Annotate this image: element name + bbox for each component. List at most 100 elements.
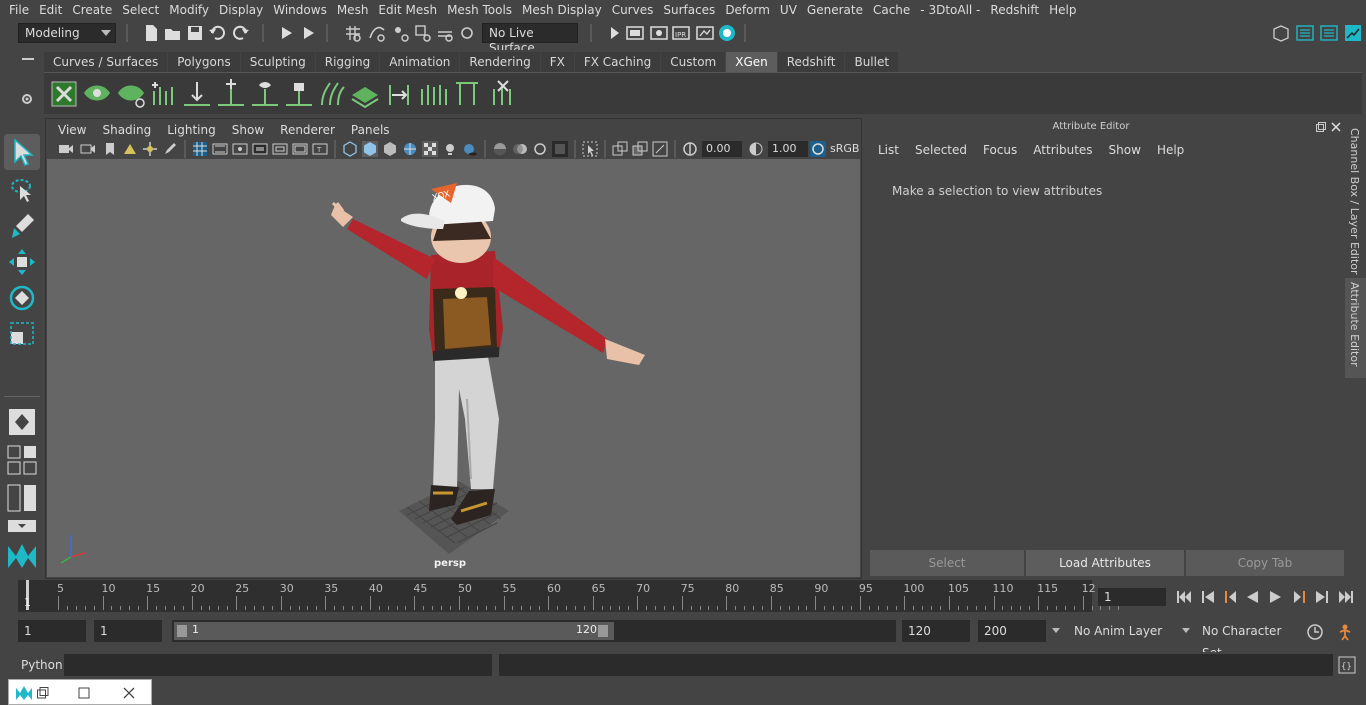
select-button[interactable]: Select bbox=[870, 550, 1024, 576]
selection-mask-icon[interactable] bbox=[300, 24, 318, 42]
viewport-menu-shading[interactable]: Shading bbox=[94, 121, 159, 139]
default-material-icon[interactable] bbox=[382, 141, 398, 157]
float-panel-icon[interactable] bbox=[1316, 122, 1326, 132]
tab-custom[interactable]: Custom bbox=[661, 52, 726, 72]
step-forward-frame-icon[interactable] bbox=[1314, 589, 1330, 605]
live-surface-field[interactable]: No Live Surface bbox=[482, 23, 578, 55]
3d-viewport[interactable]: XOX persp bbox=[47, 159, 860, 577]
viewport-menu-lighting[interactable]: Lighting bbox=[159, 121, 224, 139]
xray-joints-icon[interactable] bbox=[632, 141, 648, 157]
range-slider-handle[interactable]: 1 120 bbox=[174, 622, 614, 640]
command-input[interactable] bbox=[64, 654, 492, 676]
camera-icon[interactable] bbox=[58, 141, 74, 157]
save-scene-icon[interactable] bbox=[186, 24, 204, 42]
menu-display[interactable]: Display bbox=[214, 3, 268, 17]
menu-windows[interactable]: Windows bbox=[268, 3, 332, 17]
menu-uv[interactable]: UV bbox=[775, 3, 802, 17]
exposure-field[interactable]: 0.00 bbox=[702, 141, 742, 157]
isolate-select-icon[interactable] bbox=[582, 141, 598, 157]
xray-components-icon[interactable] bbox=[652, 141, 668, 157]
render-frame-icon[interactable] bbox=[650, 24, 668, 42]
tab-rigging[interactable]: Rigging bbox=[315, 52, 380, 72]
ae-menu-focus[interactable]: Focus bbox=[975, 143, 1025, 157]
ae-menu-show[interactable]: Show bbox=[1101, 143, 1149, 157]
snap-point-icon[interactable] bbox=[392, 24, 410, 42]
play-backwards-icon[interactable] bbox=[1244, 589, 1260, 605]
restore-icon[interactable] bbox=[37, 687, 49, 699]
tab-attribute-editor[interactable]: Attribute Editor bbox=[1345, 278, 1366, 378]
xgen-normalize-guide-icon[interactable] bbox=[418, 79, 448, 109]
viewport-menu-renderer[interactable]: Renderer bbox=[272, 121, 343, 139]
menu-deform[interactable]: Deform bbox=[720, 3, 775, 17]
two-pane-layout-icon[interactable] bbox=[6, 482, 38, 514]
bookmark-icon[interactable] bbox=[102, 141, 118, 157]
end-time-field[interactable]: 200 bbox=[978, 620, 1046, 642]
shelf-collapse-icon[interactable] bbox=[22, 58, 34, 60]
menu-3dtoall[interactable]: - 3DtoAll - bbox=[915, 3, 985, 17]
range-handle-left-grip[interactable] bbox=[177, 625, 187, 637]
exposure-icon[interactable] bbox=[682, 141, 698, 157]
2d-pan-zoom-icon[interactable] bbox=[142, 141, 158, 157]
command-language-label[interactable]: Python bbox=[21, 658, 63, 672]
snap-view-plane-icon[interactable] bbox=[414, 24, 432, 42]
gamma-field[interactable]: 1.00 bbox=[768, 141, 808, 157]
colorspace-label[interactable]: sRGB bbox=[830, 142, 859, 155]
menu-help[interactable]: Help bbox=[1044, 3, 1081, 17]
tab-channel-box[interactable]: Channel Box / Layer Editor bbox=[1345, 124, 1366, 275]
lasso-tool-icon[interactable] bbox=[6, 174, 38, 206]
film-gate-icon[interactable] bbox=[212, 141, 228, 157]
ae-menu-help[interactable]: Help bbox=[1149, 143, 1192, 157]
viewport-menu-show[interactable]: Show bbox=[224, 121, 272, 139]
ambient-occlusion-icon[interactable] bbox=[492, 141, 508, 157]
menu-modify[interactable]: Modify bbox=[164, 3, 214, 17]
snap-surface-icon[interactable] bbox=[436, 24, 454, 42]
current-frame-field[interactable]: 1 bbox=[1098, 588, 1166, 606]
gamma-icon[interactable] bbox=[748, 141, 764, 157]
undo-icon[interactable] bbox=[208, 24, 226, 42]
shadows-icon[interactable] bbox=[462, 141, 478, 157]
menu-edit-mesh[interactable]: Edit Mesh bbox=[373, 3, 442, 17]
smooth-shade-icon[interactable] bbox=[362, 141, 378, 157]
camera-attributes-icon[interactable] bbox=[80, 141, 96, 157]
safe-title-icon[interactable]: T bbox=[312, 141, 328, 157]
rotate-tool-icon[interactable] bbox=[6, 282, 38, 314]
tab-curves-surfaces[interactable]: Curves / Surfaces bbox=[44, 52, 168, 72]
animation-preferences-icon[interactable] bbox=[1336, 623, 1354, 641]
chevron-down-icon[interactable] bbox=[1052, 628, 1060, 633]
tab-fx[interactable]: FX bbox=[540, 52, 574, 72]
anim-layer-dropdown[interactable]: No Anim Layer bbox=[1066, 620, 1172, 642]
viewport-menu-view[interactable]: View bbox=[50, 121, 94, 139]
tool-settings-toggle-icon[interactable] bbox=[1344, 24, 1362, 42]
ae-menu-attributes[interactable]: Attributes bbox=[1025, 143, 1100, 157]
close-icon[interactable] bbox=[1331, 122, 1341, 132]
new-scene-icon[interactable] bbox=[142, 24, 160, 42]
grease-pencil-icon[interactable] bbox=[162, 141, 178, 157]
move-tool-icon[interactable] bbox=[6, 246, 38, 278]
xgen-place-guide-icon[interactable] bbox=[182, 79, 212, 109]
copy-tab-button[interactable]: Copy Tab bbox=[1186, 550, 1344, 576]
maya-logo-icon[interactable] bbox=[6, 540, 38, 572]
tab-redshift[interactable]: Redshift bbox=[777, 52, 845, 72]
xgen-editor-icon[interactable] bbox=[50, 79, 80, 109]
time-slider-track[interactable]: 1 5 10 15 20 25 30 35 40 45 50 55 60 65 70 75 80 85 90 95 1… bbox=[18, 580, 1120, 612]
gear-icon[interactable] bbox=[20, 92, 34, 106]
xgen-preview-icon[interactable] bbox=[82, 79, 112, 109]
menu-file[interactable]: File bbox=[4, 3, 34, 17]
ipr-render-icon[interactable]: IPR bbox=[672, 24, 690, 42]
step-back-frame-icon[interactable] bbox=[1200, 589, 1216, 605]
xgen-add-guide-icon[interactable] bbox=[216, 79, 246, 109]
menu-mesh[interactable]: Mesh bbox=[332, 3, 374, 17]
hypershade-icon[interactable] bbox=[718, 24, 736, 42]
menu-mesh-tools[interactable]: Mesh Tools bbox=[442, 3, 517, 17]
xgen-interactive-groom-icon[interactable] bbox=[148, 79, 178, 109]
selection-mask-icon[interactable] bbox=[278, 24, 296, 42]
snap-grid-icon[interactable] bbox=[344, 24, 362, 42]
select-tool-icon[interactable] bbox=[6, 136, 38, 168]
scale-tool-icon[interactable] bbox=[6, 318, 38, 350]
tab-animation[interactable]: Animation bbox=[380, 52, 460, 72]
safe-action-icon[interactable] bbox=[292, 141, 308, 157]
grid-icon[interactable] bbox=[192, 141, 208, 157]
play-forwards-icon[interactable] bbox=[1268, 589, 1284, 605]
xray-icon[interactable] bbox=[612, 141, 628, 157]
menu-edit[interactable]: Edit bbox=[34, 3, 67, 17]
